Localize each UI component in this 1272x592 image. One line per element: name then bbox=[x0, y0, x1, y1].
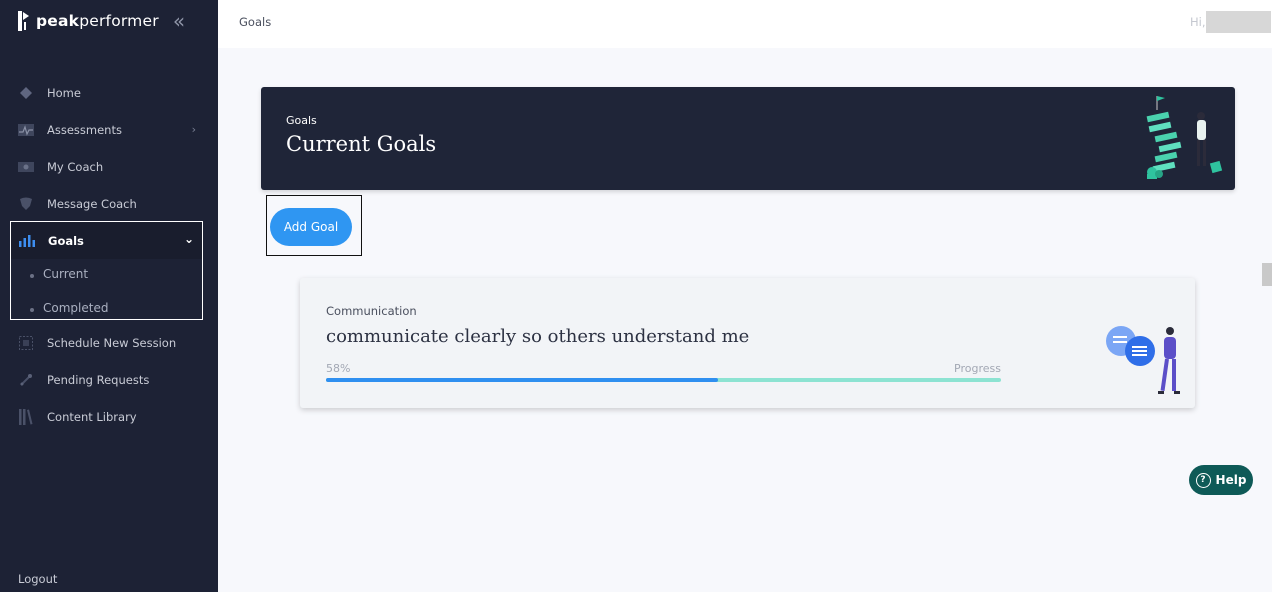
sidebar-subitem-current[interactable]: Current bbox=[30, 267, 88, 281]
sidebar-item-label: My Coach bbox=[47, 159, 104, 174]
sidebar-item-message-coach[interactable]: Message Coach bbox=[0, 185, 218, 222]
sidebar-nav: Home Assessments › My Coach Message Coac… bbox=[0, 74, 218, 222]
library-icon bbox=[18, 408, 34, 425]
breadcrumb: Goals bbox=[239, 15, 272, 29]
home-icon bbox=[18, 85, 34, 101]
sidebar-nav-lower: Schedule New Session Pending Requests Co… bbox=[0, 324, 218, 435]
brand-logo[interactable]: peakperformer bbox=[18, 11, 159, 31]
banner-section-label: Goals bbox=[286, 114, 317, 127]
assessments-icon bbox=[18, 122, 34, 138]
sidebar-item-label: Home bbox=[47, 85, 81, 100]
brand-name: peakperformer bbox=[36, 12, 159, 30]
sidebar-subitem-completed[interactable]: Completed bbox=[30, 301, 108, 315]
add-goal-button[interactable]: Add Goal bbox=[270, 208, 352, 246]
goal-category: Communication bbox=[326, 304, 417, 318]
chevron-right-icon: › bbox=[191, 123, 196, 136]
question-icon: ? bbox=[1195, 472, 1211, 488]
sidebar-item-content-library[interactable]: Content Library bbox=[0, 398, 218, 435]
sidebar-item-label: Pending Requests bbox=[47, 372, 150, 387]
sidebar-item-label: Message Coach bbox=[47, 196, 137, 211]
redacted-username bbox=[1206, 11, 1271, 33]
help-label: Help bbox=[1215, 473, 1247, 487]
logout-link[interactable]: Logout bbox=[18, 572, 57, 586]
sidebar: peakperformer « Home Assessments › My Co… bbox=[0, 0, 218, 592]
page-title: Current Goals bbox=[286, 132, 437, 156]
progress-bar-fill bbox=[326, 378, 718, 382]
progress-label: Progress bbox=[954, 362, 1001, 375]
communication-illustration bbox=[1100, 323, 1190, 403]
pending-icon bbox=[18, 372, 34, 388]
user-greeting: Hi, bbox=[1190, 15, 1206, 29]
goals-stairs-illustration bbox=[1139, 92, 1229, 184]
help-button[interactable]: ? Help bbox=[1189, 465, 1253, 495]
goal-title: communicate clearly so others understand… bbox=[326, 326, 750, 347]
page-header-banner: Goals Current Goals bbox=[261, 87, 1235, 190]
sidebar-item-assessments[interactable]: Assessments › bbox=[0, 111, 218, 148]
sidebar-item-label: Assessments bbox=[47, 122, 122, 137]
top-bar: Goals Hi, bbox=[218, 0, 1272, 48]
sidebar-item-my-coach[interactable]: My Coach bbox=[0, 148, 218, 185]
sidebar-item-schedule[interactable]: Schedule New Session bbox=[0, 324, 218, 361]
progress-bar bbox=[326, 378, 1001, 382]
sidebar-item-label: Content Library bbox=[47, 409, 137, 424]
goal-card[interactable]: Communication communicate clearly so oth… bbox=[300, 278, 1195, 408]
sidebar-item-pending[interactable]: Pending Requests bbox=[0, 361, 218, 398]
sidebar-item-home[interactable]: Home bbox=[0, 74, 218, 111]
goal-percent: 58% bbox=[326, 362, 351, 375]
message-icon bbox=[18, 196, 34, 212]
calendar-icon bbox=[18, 335, 34, 351]
scrollbar-thumb[interactable] bbox=[1262, 263, 1272, 286]
sidebar-item-label: Schedule New Session bbox=[47, 335, 177, 350]
coach-icon bbox=[18, 159, 34, 175]
collapse-sidebar-icon[interactable]: « bbox=[168, 10, 190, 32]
logo-mark-icon bbox=[18, 11, 30, 31]
